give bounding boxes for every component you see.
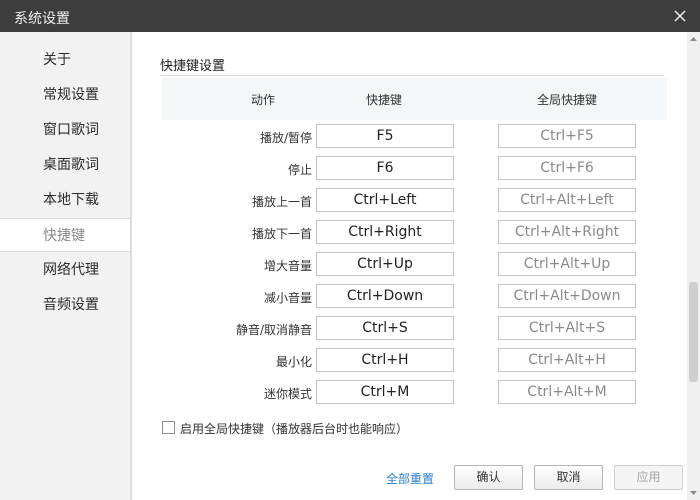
- hotkey-input-previous[interactable]: Ctrl+Left: [316, 188, 454, 212]
- window-title: 系统设置: [14, 11, 70, 27]
- hotkey-input-volume-up[interactable]: Ctrl+Up: [316, 252, 454, 276]
- row-label-stop: 停止: [287, 163, 312, 177]
- sidebar-item-audio[interactable]: 音频设置: [0, 288, 130, 322]
- global-hotkey-input-minimize[interactable]: Ctrl+Alt+H: [498, 348, 636, 372]
- row-label-play-pause: 播放/暂停: [259, 131, 312, 145]
- row-label-mini-mode: 迷你模式: [263, 387, 312, 401]
- row-label-mute: 静音/取消静音: [235, 323, 312, 337]
- vertical-scrollbar[interactable]: [687, 32, 700, 500]
- scroll-up-arrow-icon[interactable]: [687, 32, 700, 46]
- hotkey-settings-panel: 快捷键设置 动作 快捷键 全局快捷键 播放/暂停 F5 Ctrl+F5 停止 F…: [132, 32, 700, 500]
- hotkey-input-mute[interactable]: Ctrl+S: [316, 316, 454, 340]
- sidebar-item-general[interactable]: 常规设置: [0, 78, 130, 112]
- global-hotkey-input-next[interactable]: Ctrl+Alt+Right: [498, 220, 636, 244]
- hotkey-input-volume-down[interactable]: Ctrl+Down: [316, 284, 454, 308]
- section-title: 快捷键设置: [160, 59, 226, 74]
- global-hotkey-input-play-pause[interactable]: Ctrl+F5: [498, 124, 636, 148]
- row-label-volume-up: 增大音量: [263, 259, 312, 273]
- sidebar-item-about[interactable]: 关于: [0, 43, 130, 77]
- scrollbar-thumb[interactable]: [689, 282, 698, 382]
- global-hotkey-input-volume-down[interactable]: Ctrl+Alt+Down: [498, 284, 636, 308]
- enable-global-hotkey-checkbox[interactable]: [162, 421, 175, 434]
- scroll-down-arrow-icon[interactable]: [687, 486, 700, 500]
- header-action: 动作: [251, 93, 276, 107]
- sidebar-item-desktop-lyrics[interactable]: 桌面歌词: [0, 148, 130, 182]
- sidebar-item-network-proxy[interactable]: 网络代理: [0, 253, 130, 287]
- header-hotkey: 快捷键: [366, 93, 403, 107]
- hotkey-input-play-pause[interactable]: F5: [316, 124, 454, 148]
- global-hotkey-input-mini-mode[interactable]: Ctrl+Alt+M: [498, 380, 636, 404]
- ok-button[interactable]: 确认: [454, 465, 523, 490]
- hotkey-input-mini-mode[interactable]: Ctrl+M: [316, 380, 454, 404]
- row-label-previous: 播放上一首: [251, 195, 312, 209]
- table-header: 动作 快捷键 全局快捷键: [162, 78, 667, 120]
- row-label-minimize: 最小化: [275, 355, 312, 369]
- settings-sidebar: 关于 常规设置 窗口歌词 桌面歌词 本地下载 快捷键 网络代理 音频设置: [0, 32, 131, 500]
- sidebar-item-local-download[interactable]: 本地下载: [0, 183, 130, 217]
- reset-all-link[interactable]: 全部重置: [386, 470, 434, 487]
- hotkey-input-stop[interactable]: F6: [316, 156, 454, 180]
- global-hotkey-input-previous[interactable]: Ctrl+Alt+Left: [498, 188, 636, 212]
- sidebar-item-hotkeys[interactable]: 快捷键: [0, 218, 130, 252]
- hotkey-input-next[interactable]: Ctrl+Right: [316, 220, 454, 244]
- apply-button[interactable]: 应用: [614, 465, 683, 490]
- close-icon[interactable]: [670, 6, 690, 26]
- section-divider: [160, 75, 664, 76]
- hotkey-input-minimize[interactable]: Ctrl+H: [316, 348, 454, 372]
- global-hotkey-input-stop[interactable]: Ctrl+F6: [498, 156, 636, 180]
- row-label-volume-down: 减小音量: [263, 291, 312, 305]
- header-global-hotkey: 全局快捷键: [537, 93, 598, 107]
- enable-global-hotkey-label: 启用全局快捷键（播放器后台时也能响应）: [180, 422, 409, 436]
- sidebar-item-window-lyrics[interactable]: 窗口歌词: [0, 113, 130, 147]
- cancel-button[interactable]: 取消: [534, 465, 603, 490]
- row-label-next: 播放下一首: [251, 227, 312, 241]
- global-hotkey-input-mute[interactable]: Ctrl+Alt+S: [498, 316, 636, 340]
- global-hotkey-input-volume-up[interactable]: Ctrl+Alt+Up: [498, 252, 636, 276]
- title-bar: 系统设置: [0, 0, 700, 32]
